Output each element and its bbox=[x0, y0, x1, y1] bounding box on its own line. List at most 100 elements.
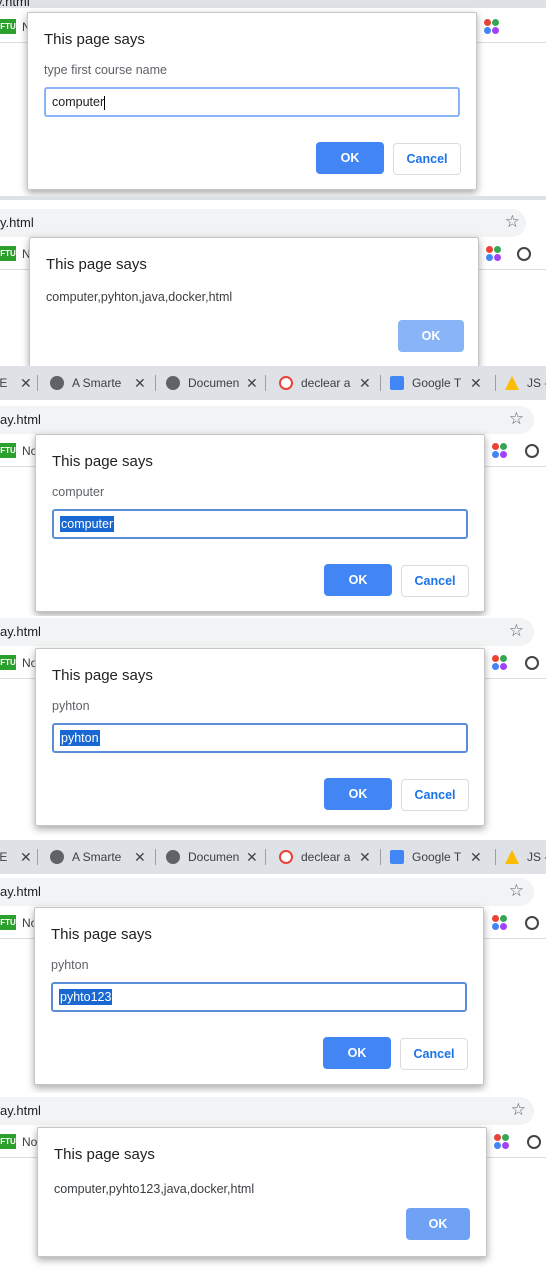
apps-icon[interactable] bbox=[492, 655, 508, 671]
translate-icon bbox=[390, 376, 404, 390]
frame-divider bbox=[0, 196, 546, 200]
globe-icon[interactable] bbox=[527, 1135, 541, 1149]
prompt-input[interactable]: computer bbox=[44, 87, 460, 117]
tab-separator bbox=[155, 375, 156, 391]
close-icon[interactable]: ✕ bbox=[246, 375, 258, 392]
tab-label: IE bbox=[0, 376, 8, 390]
ok-button[interactable]: OK bbox=[323, 1037, 391, 1069]
tab-2[interactable]: A Smarte ✕ bbox=[50, 840, 156, 874]
address-bar[interactable] bbox=[0, 209, 526, 237]
globe-icon[interactable] bbox=[525, 916, 539, 930]
ok-button[interactable]: OK bbox=[316, 142, 384, 174]
tab-1[interactable]: IE ✕ bbox=[0, 366, 38, 400]
tab-label: Documen bbox=[188, 850, 240, 864]
star-icon[interactable]: ☆ bbox=[511, 1100, 526, 1120]
tab-5[interactable]: Google T ✕ bbox=[390, 366, 496, 400]
prompt-dialog: This page says pyhton pyhto123 OK Cancel bbox=[34, 907, 484, 1085]
address-bar[interactable] bbox=[0, 878, 534, 906]
tab-1[interactable]: IE ✕ bbox=[0, 840, 38, 874]
tab-separator bbox=[37, 375, 38, 391]
input-value: pyhto123 bbox=[59, 989, 113, 1005]
ok-button[interactable]: OK bbox=[324, 778, 392, 810]
tab-5[interactable]: Google T ✕ bbox=[390, 840, 496, 874]
dialog-title: This page says bbox=[52, 453, 153, 470]
globe-icon[interactable] bbox=[525, 444, 539, 458]
tab-6[interactable]: JS - bbox=[505, 366, 546, 400]
globe-icon[interactable] bbox=[525, 656, 539, 670]
close-icon[interactable]: ✕ bbox=[359, 849, 371, 866]
address-bar[interactable] bbox=[0, 1097, 534, 1125]
prompt-input[interactable]: pyhton bbox=[52, 723, 468, 753]
ok-button[interactable]: OK bbox=[398, 320, 464, 352]
dialog-message: type first course name bbox=[44, 63, 167, 77]
dialog-title: This page says bbox=[54, 1146, 155, 1163]
close-icon[interactable]: ✕ bbox=[20, 375, 32, 392]
close-icon[interactable]: ✕ bbox=[134, 375, 146, 392]
star-icon[interactable]: ☆ bbox=[509, 621, 524, 641]
dialog-message: computer,pyhton,java,docker,html bbox=[46, 290, 233, 304]
tab-separator bbox=[37, 849, 38, 865]
close-icon[interactable]: ✕ bbox=[470, 849, 482, 866]
dialog-message: computer bbox=[52, 485, 105, 499]
ok-button[interactable]: OK bbox=[324, 564, 392, 596]
ok-button[interactable]: OK bbox=[406, 1208, 470, 1240]
tab-3[interactable]: Documen ✕ bbox=[166, 840, 266, 874]
prompt-input[interactable]: computer bbox=[52, 509, 468, 539]
star-icon[interactable]: ☆ bbox=[509, 409, 524, 429]
cancel-button[interactable]: Cancel bbox=[400, 1038, 468, 1070]
dialog-message: pyhton bbox=[52, 699, 90, 713]
tab-strip: IE ✕ A Smarte ✕ Documen ✕ declear a ✕ Google… bbox=[0, 366, 546, 400]
favicon-icon: FTU bbox=[0, 19, 16, 34]
favicon-icon: FTU bbox=[0, 915, 16, 930]
frame-4: ay.html ☆ FTU No This page says pyhton p… bbox=[0, 616, 546, 840]
tab-label: JS - bbox=[527, 850, 546, 864]
star-icon[interactable]: ☆ bbox=[505, 212, 520, 232]
cancel-button[interactable]: Cancel bbox=[401, 779, 469, 811]
cancel-button[interactable]: Cancel bbox=[393, 143, 461, 175]
tab-separator bbox=[495, 849, 496, 865]
tab-2[interactable]: A Smarte ✕ bbox=[50, 366, 156, 400]
close-icon[interactable]: ✕ bbox=[20, 849, 32, 866]
apps-icon[interactable] bbox=[486, 246, 502, 262]
google-icon bbox=[279, 376, 293, 390]
drive-icon bbox=[505, 850, 519, 864]
cancel-button[interactable]: Cancel bbox=[401, 565, 469, 597]
globe-icon[interactable] bbox=[517, 247, 531, 261]
address-bar[interactable] bbox=[0, 618, 534, 646]
tab-strip: IE ✕ A Smarte ✕ Documen ✕ declear a ✕ Google… bbox=[0, 840, 546, 874]
apps-icon[interactable] bbox=[492, 443, 508, 459]
url-fragment: ay.html bbox=[0, 1103, 41, 1118]
dialog-title: This page says bbox=[44, 31, 145, 48]
address-bar[interactable] bbox=[0, 406, 534, 434]
tab-label: declear a bbox=[301, 376, 351, 390]
tab-6[interactable]: JS - bbox=[505, 840, 546, 874]
bookmark-label[interactable]: No bbox=[22, 1135, 37, 1149]
prompt-dialog: This page says pyhton pyhton OK Cancel bbox=[35, 648, 485, 826]
dialog-message: computer,pyhto123,java,docker,html bbox=[54, 1182, 255, 1196]
frame-1: y.html FTU No This page says type first … bbox=[0, 0, 546, 200]
tab-label: JS - bbox=[527, 376, 546, 390]
prompt-dialog: This page says type first course name co… bbox=[27, 12, 477, 190]
globe-icon bbox=[166, 850, 180, 864]
tab-separator bbox=[380, 375, 381, 391]
close-icon[interactable]: ✕ bbox=[246, 849, 258, 866]
tab-4[interactable]: declear a ✕ bbox=[279, 366, 381, 400]
tab-label: A Smarte bbox=[72, 376, 122, 390]
close-icon[interactable]: ✕ bbox=[359, 375, 371, 392]
url-fragment: y.html bbox=[0, 215, 34, 230]
favicon-icon: FTU bbox=[0, 1134, 16, 1149]
apps-icon[interactable] bbox=[484, 19, 500, 35]
address-bar-row: ay.html ☆ bbox=[0, 1095, 546, 1127]
apps-icon[interactable] bbox=[494, 1134, 510, 1150]
tab-3[interactable]: Documen ✕ bbox=[166, 366, 266, 400]
dialog-title: This page says bbox=[51, 926, 152, 943]
tab-4[interactable]: declear a ✕ bbox=[279, 840, 381, 874]
tab-strip-edge bbox=[0, 0, 546, 8]
apps-icon[interactable] bbox=[492, 915, 508, 931]
star-icon[interactable]: ☆ bbox=[509, 881, 524, 901]
close-icon[interactable]: ✕ bbox=[470, 375, 482, 392]
prompt-input[interactable]: pyhto123 bbox=[51, 982, 467, 1012]
close-icon[interactable]: ✕ bbox=[134, 849, 146, 866]
input-value: computer bbox=[52, 95, 105, 109]
dialog-title: This page says bbox=[52, 667, 153, 684]
